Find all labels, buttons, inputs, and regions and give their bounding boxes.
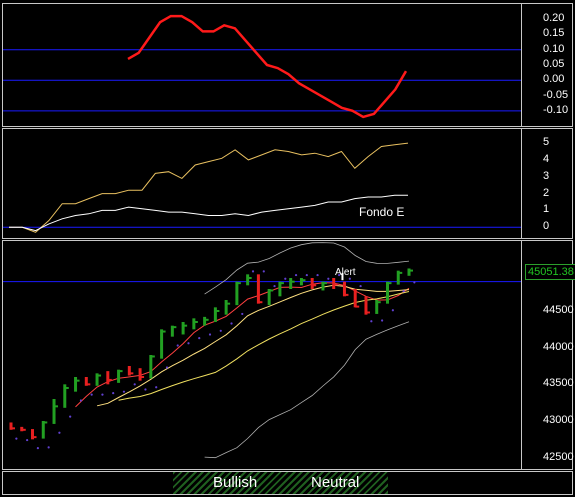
sar-dot xyxy=(36,447,39,450)
price-tick-label: 42500 xyxy=(543,450,574,463)
sar-dot xyxy=(413,281,416,284)
status-bar: Bullish Neutral xyxy=(2,471,573,495)
lower-band-line xyxy=(204,321,410,459)
oscillator-tick-label: 0.20 xyxy=(543,12,565,25)
sar-dot xyxy=(251,270,255,273)
sar-dot xyxy=(15,437,18,440)
price-chart xyxy=(3,242,521,459)
sar-dot xyxy=(327,277,330,280)
sar-dot xyxy=(112,392,115,395)
oscillator-panel[interactable]: 0.20 0.15 0.10 0.05 0.00 -0.05 -0.10 xyxy=(2,3,573,127)
sar-dot xyxy=(58,431,61,434)
sar-dot xyxy=(26,438,29,442)
sar-dot xyxy=(273,284,276,288)
sar-dot xyxy=(133,383,136,386)
performance-tick-label: 5 xyxy=(543,136,550,149)
series-label-fondo-e: Fondo E xyxy=(359,205,405,219)
performance-tick-label: 3 xyxy=(543,169,550,182)
performance-tick-label: 0 xyxy=(543,220,550,233)
status-neutral-label[interactable]: Neutral xyxy=(311,474,359,491)
performance-panel[interactable]: 5 4 3 2 1 0 Fondo E xyxy=(2,128,573,239)
sar-dot xyxy=(316,273,319,277)
sar-dot xyxy=(101,393,104,396)
sar-dot xyxy=(198,337,201,340)
performance-tick-label: 1 xyxy=(543,203,550,216)
alert-label[interactable]: Alert xyxy=(335,267,356,278)
sar-dot xyxy=(144,388,147,391)
sar-dot xyxy=(381,319,384,322)
sar-dot xyxy=(262,270,265,273)
sar-dot xyxy=(122,390,126,393)
sar-dot xyxy=(165,366,169,369)
sar-dot xyxy=(391,309,394,312)
price-tick-label: 44500 xyxy=(543,304,574,316)
sar-dot xyxy=(208,333,212,336)
sar-dot xyxy=(294,273,298,277)
sar-dot xyxy=(79,399,83,402)
price-panel[interactable]: 450004450044000435004300042500 45051.38 … xyxy=(2,240,575,470)
oscillator-chart xyxy=(3,14,521,119)
performance-tick-label: 2 xyxy=(543,186,550,199)
sar-dot xyxy=(370,320,373,323)
price-tick-label: 43000 xyxy=(543,414,574,426)
sar-dot xyxy=(359,284,362,288)
oscillator-tick-label: -0.05 xyxy=(543,88,569,101)
oscillator-line xyxy=(127,14,408,119)
sar-dot xyxy=(241,312,244,316)
sar-dot xyxy=(176,344,179,347)
performance-tick-label: 4 xyxy=(543,152,550,165)
sar-dot xyxy=(187,342,190,345)
performance-line-upper xyxy=(9,142,409,233)
sar-dot xyxy=(90,393,93,396)
status-bullish-label[interactable]: Bullish xyxy=(213,474,257,491)
oscillator-tick-label: 0.10 xyxy=(543,42,565,55)
oscillator-tick-label: 0.05 xyxy=(543,58,565,70)
sar-dot xyxy=(155,386,158,389)
sar-dot xyxy=(69,415,72,418)
sar-dot xyxy=(284,277,287,280)
sar-dot xyxy=(47,446,50,449)
sar-dot xyxy=(305,273,308,277)
oscillator-tick-label: 0.15 xyxy=(543,27,565,40)
sar-dot xyxy=(402,290,405,293)
price-tick-label: 43500 xyxy=(543,377,574,390)
price-tick-label: 44000 xyxy=(543,340,574,353)
moving-average-mid-line xyxy=(96,284,410,407)
sar-dot xyxy=(230,322,233,325)
oscillator-tick-label: 0.00 xyxy=(543,73,565,86)
performance-line-fondo-e xyxy=(9,194,408,232)
performance-chart xyxy=(3,142,521,233)
upper-band-line xyxy=(204,242,410,295)
last-price-badge: 45051.38 xyxy=(525,264,575,280)
oscillator-tick-label: -0.10 xyxy=(543,103,569,116)
sar-dot xyxy=(219,329,222,332)
